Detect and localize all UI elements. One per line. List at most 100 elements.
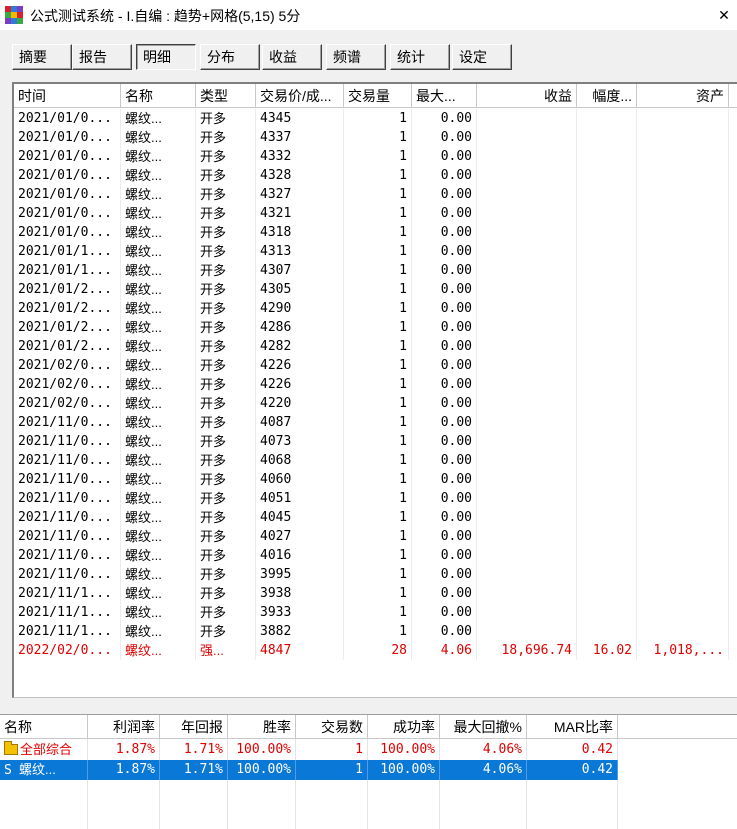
table-row[interactable]: 2021/01/2... 螺纹... 开多 4290 1 0.00 xyxy=(14,299,737,318)
cell-name: 螺纹... xyxy=(121,109,196,128)
cell-type: 开多 xyxy=(196,622,256,641)
table-row[interactable]: 2021/01/2... 螺纹... 开多 4305 1 0.00 xyxy=(14,280,737,299)
summary-col-name[interactable]: 名称 xyxy=(0,715,88,739)
table-row[interactable]: 2021/01/0... 螺纹... 开多 4318 1 0.00 xyxy=(14,223,737,242)
cell-assets xyxy=(637,318,729,337)
detail-table-body[interactable]: 2021/01/0... 螺纹... 开多 4345 1 0.00 2021/01/0...… xyxy=(14,109,737,660)
table-row[interactable]: 2021/01/0... 螺纹... 开多 4328 1 0.00 xyxy=(14,166,737,185)
tab-5[interactable]: 收益 xyxy=(262,44,322,70)
col-header-time[interactable]: 时间 xyxy=(14,84,121,108)
cell-profit xyxy=(477,565,577,584)
cell-time: 2021/11/0... xyxy=(14,413,121,432)
table-row[interactable]: 2021/02/0... 螺纹... 开多 4226 1 0.00 xyxy=(14,375,737,394)
cell-volume: 1 xyxy=(344,375,412,394)
cell-range xyxy=(577,432,637,451)
table-row[interactable]: 2021/11/0... 螺纹... 开多 4027 1 0.00 xyxy=(14,527,737,546)
cell-name: 螺纹... xyxy=(121,603,196,622)
summary-col-win-rate[interactable]: 胜率 xyxy=(228,715,296,739)
summary-row[interactable]: S 螺纹... 1.87% 1.71% 100.00% 1 100.00% 4.06% 0.42 xyxy=(0,760,618,780)
cell-volume: 1 xyxy=(344,223,412,242)
table-row[interactable]: 2021/11/0... 螺纹... 开多 4060 1 0.00 xyxy=(14,470,737,489)
cell-max: 0.00 xyxy=(412,280,477,299)
table-row[interactable]: 2021/01/2... 螺纹... 开多 4282 1 0.00 xyxy=(14,337,737,356)
col-header-assets[interactable]: 资产 xyxy=(637,84,729,108)
summary-name-label: 螺纹... xyxy=(19,762,56,777)
tab-4[interactable]: 分布 xyxy=(200,44,260,70)
cell-range xyxy=(577,204,637,223)
summary-row[interactable]: 全部综合 1.87% 1.71% 100.00% 1 100.00% 4.06% 0.42 xyxy=(0,740,618,760)
cell-volume: 1 xyxy=(344,622,412,641)
summary-col-profit-rate[interactable]: 利润率 xyxy=(88,715,160,739)
cell-range xyxy=(577,337,637,356)
cell-price: 4027 xyxy=(256,527,344,546)
table-row[interactable]: 2021/02/0... 螺纹... 开多 4226 1 0.00 xyxy=(14,356,737,375)
table-row[interactable]: 2021/11/1... 螺纹... 开多 3882 1 0.00 xyxy=(14,622,737,641)
table-row[interactable]: 2021/11/1... 螺纹... 开多 3933 1 0.00 xyxy=(14,603,737,622)
cell-time: 2021/02/0... xyxy=(14,356,121,375)
cell-time: 2021/01/0... xyxy=(14,185,121,204)
cell-name: 螺纹... xyxy=(121,204,196,223)
cell-profit xyxy=(477,147,577,166)
cell-max: 0.00 xyxy=(412,185,477,204)
table-row[interactable]: 2021/11/0... 螺纹... 开多 3995 1 0.00 xyxy=(14,565,737,584)
tab-7[interactable]: 统计 xyxy=(390,44,450,70)
cell-range xyxy=(577,299,637,318)
trade-detail-panel: 时间 名称 类型 交易价/成... 交易量 最大... 收益 幅度... 资产 2021/01/… xyxy=(12,82,737,698)
table-row[interactable]: 2021/01/0... 螺纹... 开多 4345 1 0.00 xyxy=(14,109,737,128)
detail-table-header: 时间 名称 类型 交易价/成... 交易量 最大... 收益 幅度... 资产 xyxy=(14,84,737,108)
cell-assets xyxy=(637,280,729,299)
tab-8[interactable]: 设定 xyxy=(452,44,512,70)
summary-col-trade-count[interactable]: 交易数 xyxy=(296,715,368,739)
total-row[interactable]: 2022/02/0... 螺纹... 强... 4847 28 4.06 18,696.74… xyxy=(14,641,737,660)
cell-assets: 1,018,... xyxy=(637,641,729,660)
cell-type: 开多 xyxy=(196,508,256,527)
col-header-price[interactable]: 交易价/成... xyxy=(256,84,344,108)
table-row[interactable]: 2021/11/1... 螺纹... 开多 3938 1 0.00 xyxy=(14,584,737,603)
close-button[interactable]: ✕ xyxy=(712,4,736,26)
table-row[interactable]: 2021/11/0... 螺纹... 开多 4073 1 0.00 xyxy=(14,432,737,451)
tab-3[interactable]: 明细 xyxy=(136,44,196,70)
cell-time: 2021/01/0... xyxy=(14,166,121,185)
table-row[interactable]: 2021/01/0... 螺纹... 开多 4327 1 0.00 xyxy=(14,185,737,204)
table-row[interactable]: 2021/01/1... 螺纹... 开多 4307 1 0.00 xyxy=(14,261,737,280)
summary-col-success-rate[interactable]: 成功率 xyxy=(368,715,440,739)
table-row[interactable]: 2021/11/0... 螺纹... 开多 4068 1 0.00 xyxy=(14,451,737,470)
col-header-type[interactable]: 类型 xyxy=(196,84,256,108)
cell-assets xyxy=(637,394,729,413)
table-row[interactable]: 2021/01/2... 螺纹... 开多 4286 1 0.00 xyxy=(14,318,737,337)
table-row[interactable]: 2021/02/0... 螺纹... 开多 4220 1 0.00 xyxy=(14,394,737,413)
summary-col-max-drawdown[interactable]: 最大回撤% xyxy=(440,715,527,739)
table-row[interactable]: 2021/11/0... 螺纹... 开多 4051 1 0.00 xyxy=(14,489,737,508)
col-header-name[interactable]: 名称 xyxy=(121,84,196,108)
cell-price: 4073 xyxy=(256,432,344,451)
cell-type: 开多 xyxy=(196,451,256,470)
table-row[interactable]: 2021/01/0... 螺纹... 开多 4332 1 0.00 xyxy=(14,147,737,166)
cell-name: 螺纹... xyxy=(121,242,196,261)
tab-2[interactable]: 报告 xyxy=(72,44,132,70)
summary-col-mar-ratio[interactable]: MAR比率 xyxy=(527,715,618,739)
cell-assets xyxy=(637,223,729,242)
summary-col-annual-return[interactable]: 年回报 xyxy=(160,715,228,739)
summary-cell-success-rate: 100.00% xyxy=(368,760,440,780)
col-header-max[interactable]: 最大... xyxy=(412,84,477,108)
cell-volume: 1 xyxy=(344,470,412,489)
table-row[interactable]: 2021/01/0... 螺纹... 开多 4337 1 0.00 xyxy=(14,128,737,147)
cell-name: 螺纹... xyxy=(121,147,196,166)
table-row[interactable]: 2021/11/0... 螺纹... 开多 4045 1 0.00 xyxy=(14,508,737,527)
col-header-profit[interactable]: 收益 xyxy=(477,84,577,108)
cell-volume: 1 xyxy=(344,109,412,128)
col-header-range[interactable]: 幅度... xyxy=(577,84,637,108)
tab-6[interactable]: 频谱 xyxy=(326,44,386,70)
cell-max: 0.00 xyxy=(412,337,477,356)
table-row[interactable]: 2021/01/0... 螺纹... 开多 4321 1 0.00 xyxy=(14,204,737,223)
table-row[interactable]: 2021/11/0... 螺纹... 开多 4087 1 0.00 xyxy=(14,413,737,432)
cell-max: 0.00 xyxy=(412,375,477,394)
tab-1[interactable]: 摘要 xyxy=(12,44,72,70)
table-row[interactable]: 2021/11/0... 螺纹... 开多 4016 1 0.00 xyxy=(14,546,737,565)
table-row[interactable]: 2021/01/1... 螺纹... 开多 4313 1 0.00 xyxy=(14,242,737,261)
cell-price: 3938 xyxy=(256,584,344,603)
cell-profit xyxy=(477,584,577,603)
cell-time: 2021/01/0... xyxy=(14,147,121,166)
cell-volume: 1 xyxy=(344,318,412,337)
col-header-volume[interactable]: 交易量 xyxy=(344,84,412,108)
